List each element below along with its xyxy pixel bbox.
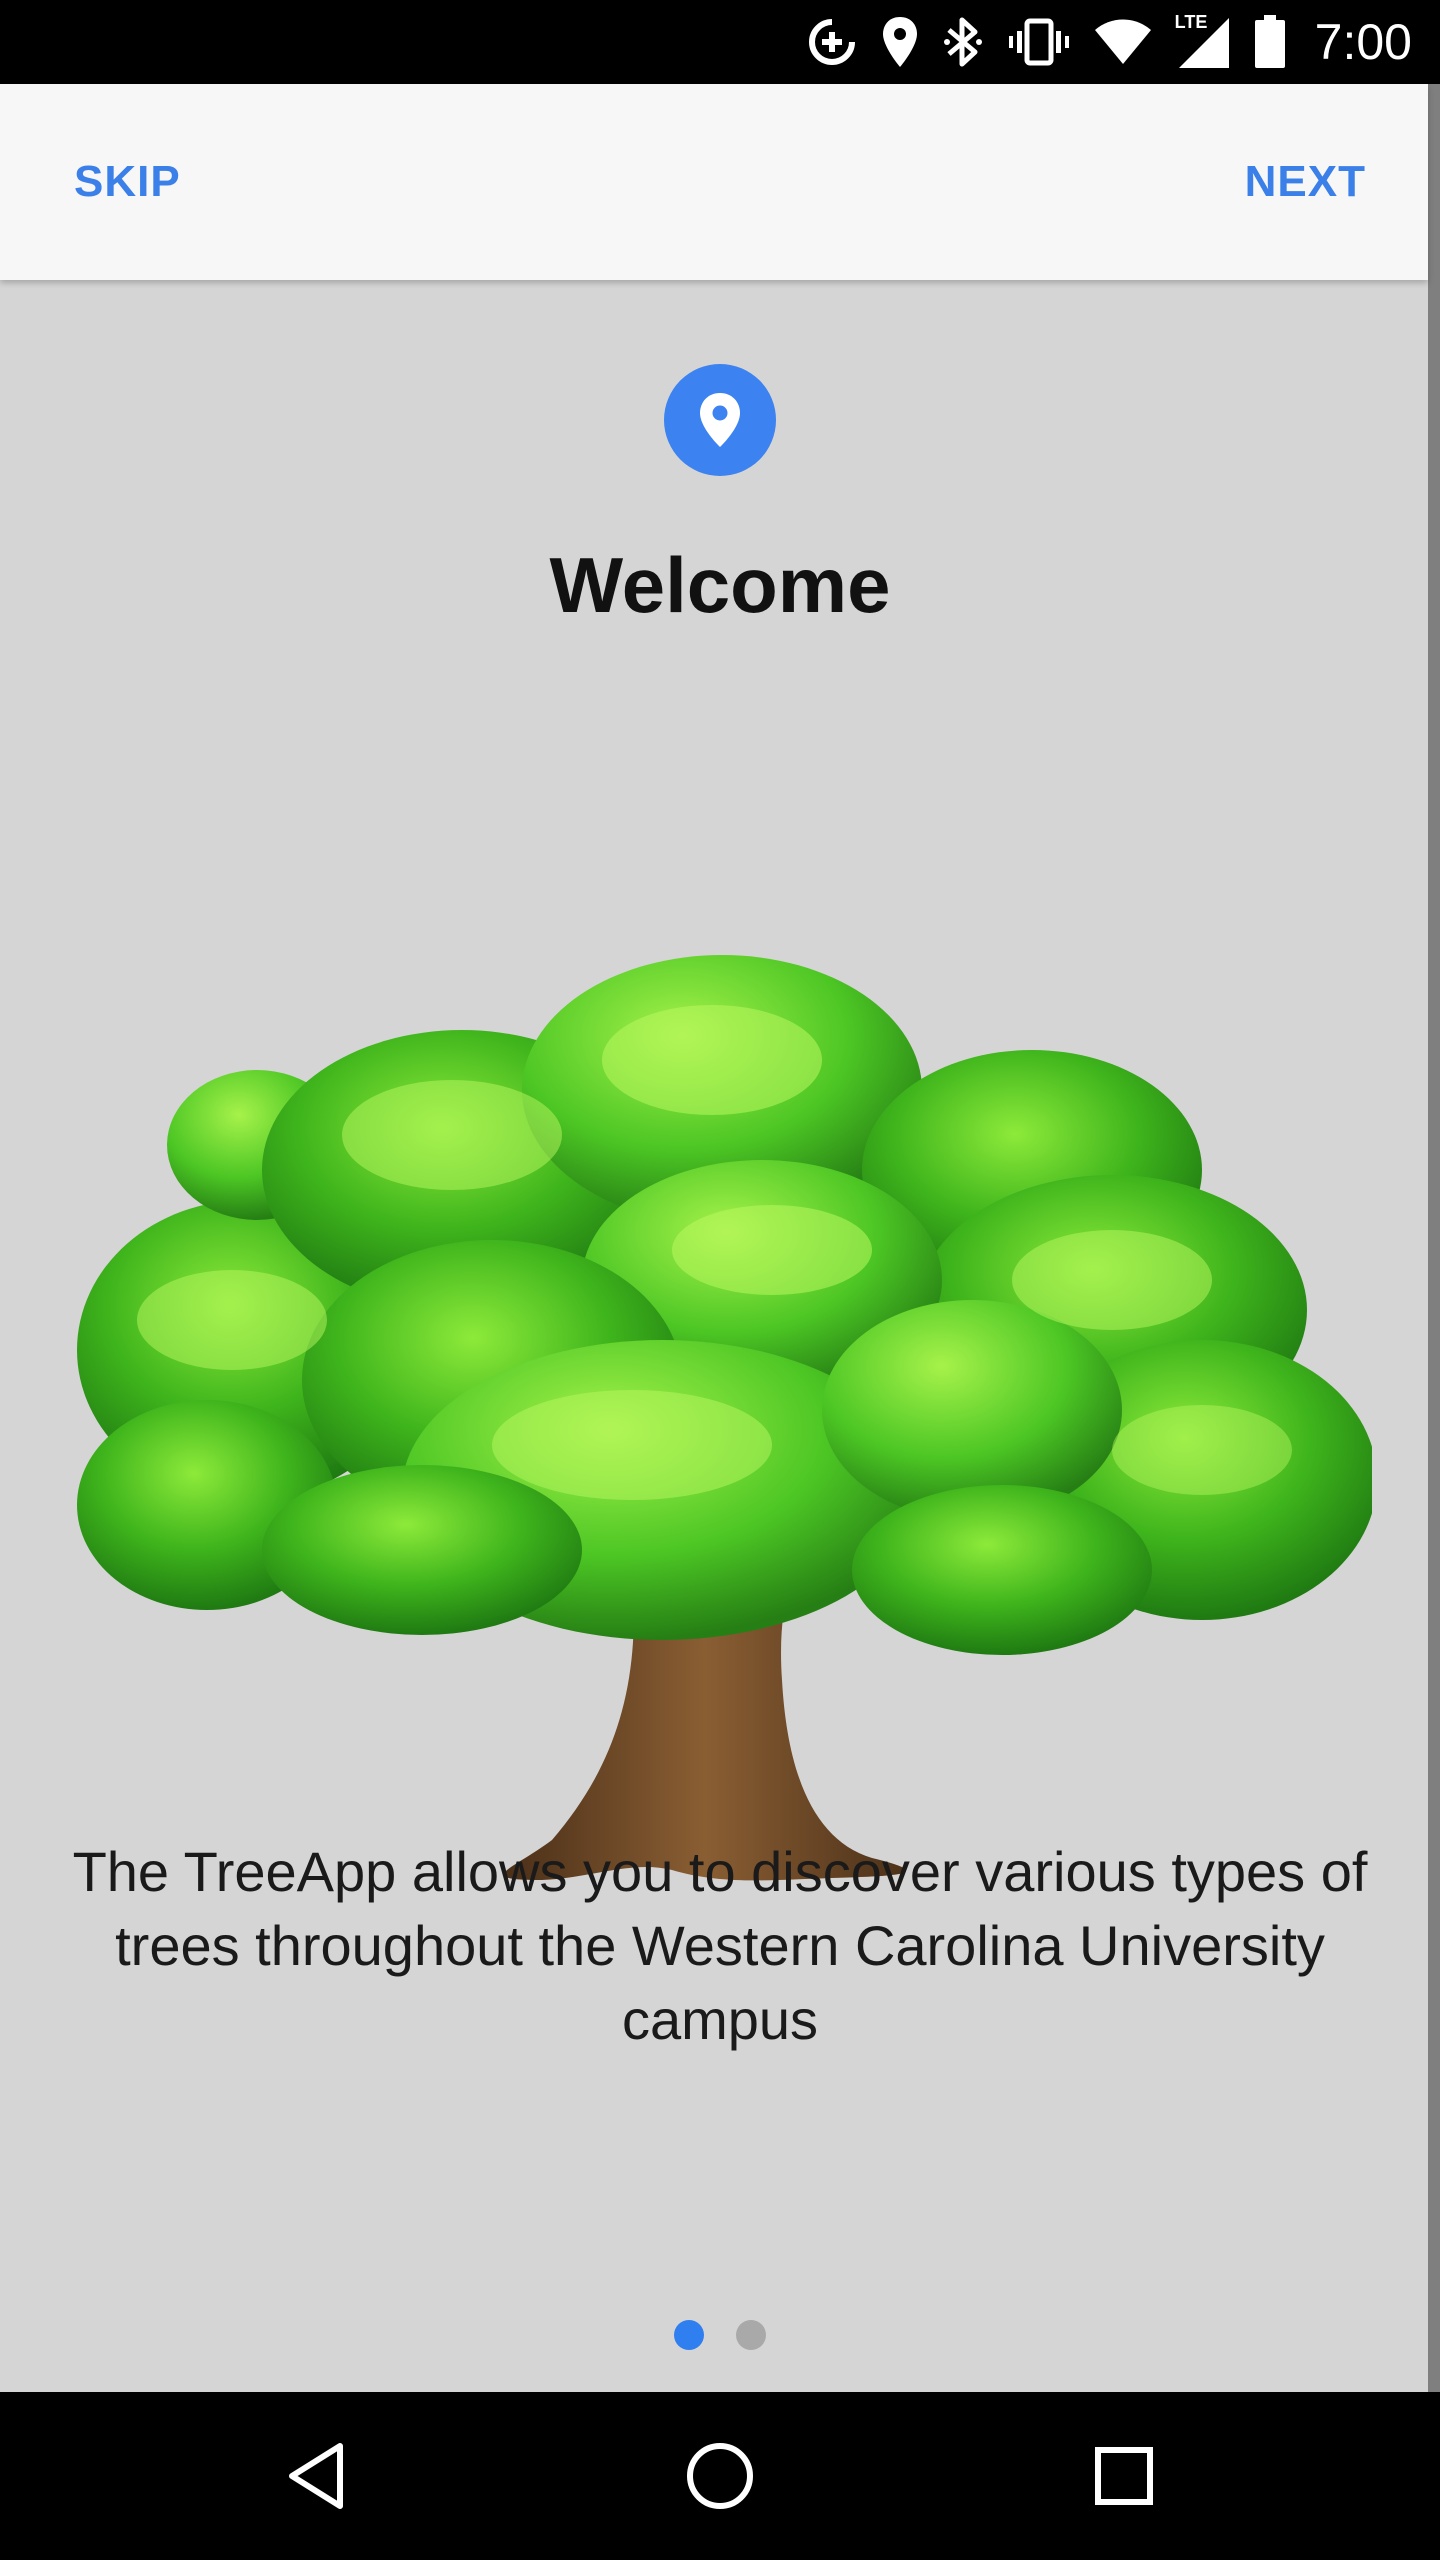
page-title: Welcome: [549, 541, 891, 629]
lte-label: LTE: [1174, 12, 1208, 32]
vibrate-icon: [1007, 17, 1071, 67]
wifi-icon: [1093, 18, 1153, 66]
onboarding-toolbar: SKIP NEXT: [0, 84, 1428, 280]
location-pin-icon: [664, 364, 776, 476]
home-icon[interactable]: [640, 2392, 800, 2560]
navigation-bar: [0, 2392, 1440, 2560]
onboarding-description: The TreeApp allows you to discover vario…: [72, 1840, 1368, 2051]
page-dot-2[interactable]: [736, 2320, 766, 2350]
recents-icon[interactable]: [1044, 2392, 1204, 2560]
onboarding-page: Welcome The TreeApp allows you to discov…: [0, 280, 1428, 2392]
status-icons: LTE 7:00: [805, 0, 1412, 84]
bluetooth-icon: [941, 14, 985, 70]
page-dot-1[interactable]: [674, 2320, 704, 2350]
status-bar: LTE 7:00: [0, 0, 1440, 84]
location-icon: [881, 15, 919, 69]
scroll-indicator: [1428, 84, 1440, 2392]
skip-button[interactable]: SKIP: [74, 84, 181, 280]
data-saver-icon: [805, 15, 859, 69]
battery-icon: [1253, 15, 1287, 69]
page-indicator: [0, 2320, 1440, 2350]
status-time: 7:00: [1314, 14, 1412, 70]
lte-signal-icon: LTE: [1174, 12, 1231, 70]
back-icon[interactable]: [236, 2392, 396, 2560]
tree-illustration: [72, 690, 1377, 2010]
next-button[interactable]: NEXT: [1245, 84, 1366, 280]
